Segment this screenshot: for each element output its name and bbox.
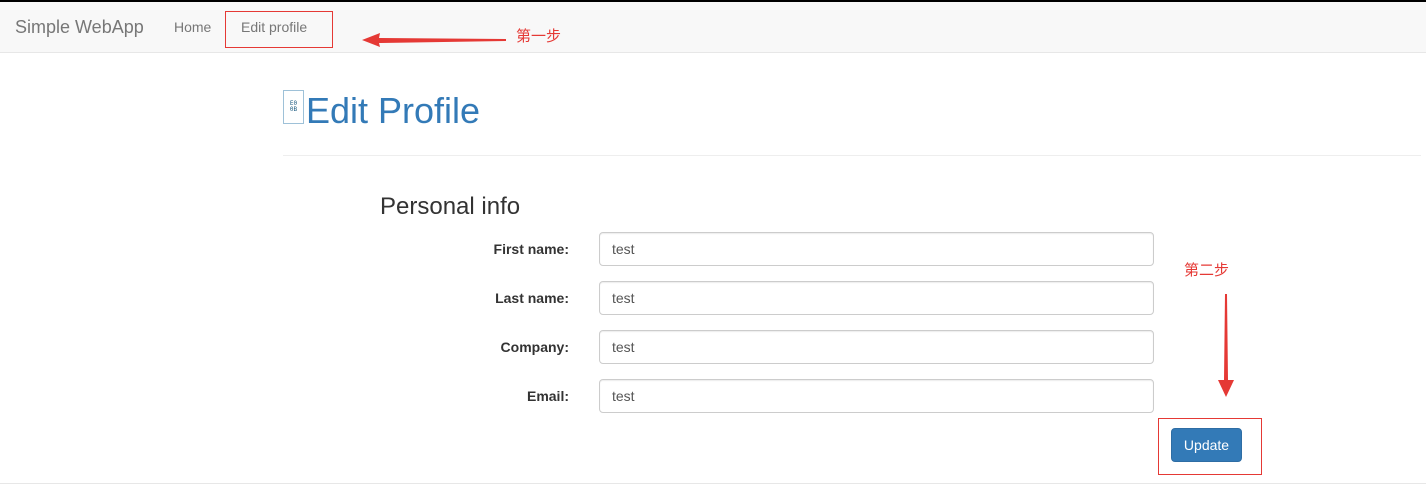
footer-divider [0,483,1426,484]
email-input[interactable] [599,379,1154,413]
avatar-broken-image-icon: E0 0B [283,90,304,124]
nav-item-home[interactable]: Home [174,18,211,36]
last-name-label: Last name: [495,290,569,306]
company-input[interactable] [599,330,1154,364]
header-divider [283,155,1421,156]
arrow-down-icon [1218,294,1234,397]
page: Simple WebApp Home Edit profile 第一步 E0 0B… [0,0,1426,497]
company-label: Company: [500,339,569,355]
page-title: Edit Profile [306,90,481,131]
update-button[interactable]: Update [1171,428,1242,462]
annotation-step2-label: 第二步 [1184,261,1230,279]
navbar-brand[interactable]: Simple WebApp [15,17,144,37]
email-label: Email: [526,388,569,404]
navbar: Simple WebApp Home Edit profile [0,0,1426,53]
annotation-box-step1 [225,11,333,48]
first-name-input[interactable] [599,232,1154,266]
section-title-personal-info: Personal info [380,193,521,220]
annotation-step1-label: 第一步 [516,27,562,45]
first-name-label: First name: [493,241,569,257]
last-name-input[interactable] [599,281,1154,315]
